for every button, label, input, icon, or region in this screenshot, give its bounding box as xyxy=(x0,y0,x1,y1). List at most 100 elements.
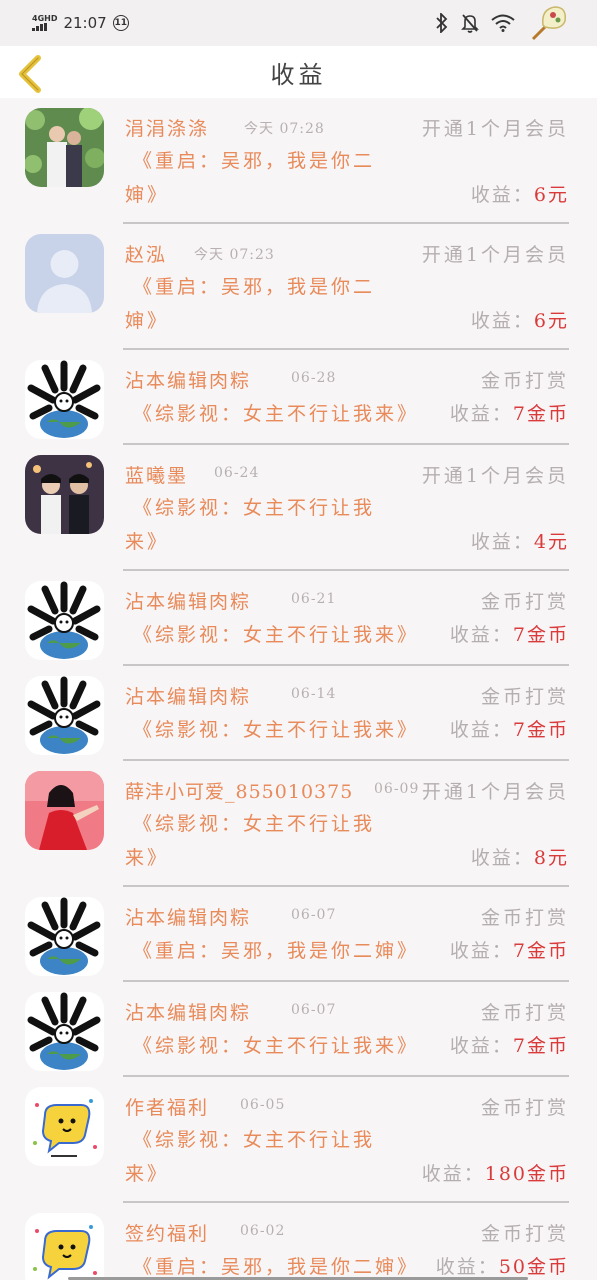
book-title-cont: 来》 xyxy=(125,847,170,869)
item-content: 赵泓 今天 07:23 开通1个月会员 《重启：吴邪，我是你二 婶》 收益：6元 xyxy=(123,224,569,350)
earning-value: 6元 xyxy=(533,310,569,332)
earning-amount: 收益：50金币 xyxy=(436,1252,569,1279)
cartoon-earth-avatar-icon xyxy=(25,676,104,755)
earning-value: 4元 xyxy=(533,531,569,553)
list-item[interactable]: 蓝曦墨 06-24 开通1个月会员 《综影视：女主不行让我 来》 收益：4元 xyxy=(0,445,597,571)
earning-label: 收益： xyxy=(470,310,534,332)
list-item[interactable]: 赵泓 今天 07:23 开通1个月会员 《重启：吴邪，我是你二 婶》 收益：6元 xyxy=(0,224,597,350)
book-title: 《重启：吴邪，我是你二婶》 xyxy=(133,1256,420,1278)
item-content: 薛沣小可爱_855010375 06-09 开通1个月会员 《综影视：女主不行让… xyxy=(123,761,569,887)
item-content: 签约福利 06-02 金币打赏 《重启：吴邪，我是你二婶》 收益：50金币 xyxy=(123,1203,569,1280)
item-content: 沾本编辑肉粽 06-28 金币打赏 《综影视：女主不行让我来》 收益：7金币 xyxy=(123,350,569,445)
time-stamp: 06-05 xyxy=(240,1097,286,1113)
page-title: 收益 xyxy=(270,60,327,89)
avatar xyxy=(25,360,104,439)
book-title: 《综影视：女主不行让我 xyxy=(133,497,376,519)
book-title-cont: 来》 xyxy=(125,531,170,553)
earning-amount: 收益：7金币 xyxy=(450,715,569,742)
earning-value: 6元 xyxy=(533,184,569,206)
item-content: 沾本编辑肉粽 06-14 金币打赏 《综影视：女主不行让我来》 收益：7金币 xyxy=(123,666,569,761)
avatar xyxy=(25,992,104,1071)
earning-value: 7金币 xyxy=(512,1035,569,1057)
item-content: 作者福利 06-05 金币打赏 《综影视：女主不行让我 来》 收益：180金币 xyxy=(123,1077,569,1203)
clock: 21:07 xyxy=(63,14,107,32)
network-type: 4GHD xyxy=(32,14,58,23)
back-chevron-icon[interactable] xyxy=(14,54,48,94)
avatar xyxy=(25,108,104,187)
time-stamp: 06-07 xyxy=(291,1002,337,1018)
earning-type: 金币打赏 xyxy=(480,1223,569,1245)
book-title-cont: 来》 xyxy=(125,1163,170,1185)
earning-amount: 收益：6元 xyxy=(471,180,569,207)
earning-type: 金币打赏 xyxy=(480,370,569,392)
earning-label: 收益： xyxy=(449,1035,513,1057)
earning-type: 开通1个月会员 xyxy=(421,244,569,266)
earning-type: 开通1个月会员 xyxy=(421,781,569,803)
bell-off-icon xyxy=(461,14,479,33)
earning-amount: 收益：7金币 xyxy=(450,620,569,647)
earning-value: 50金币 xyxy=(498,1256,569,1278)
chat-bubble-avatar-icon xyxy=(25,1087,104,1166)
time-stamp: 今天 07:28 xyxy=(244,121,325,137)
user-name: 沾本编辑肉粽 xyxy=(125,370,252,392)
earning-label: 收益： xyxy=(449,940,513,962)
avatar xyxy=(25,676,104,755)
list-item[interactable]: 作者福利 06-05 金币打赏 《综影视：女主不行让我 来》 收益：180金币 xyxy=(0,1077,597,1203)
item-content: 沾本编辑肉粽 06-07 金币打赏 《综影视：女主不行让我来》 收益：7金币 xyxy=(123,982,569,1077)
chat-bubble-avatar-icon xyxy=(25,1213,104,1280)
earning-value: 8元 xyxy=(533,847,569,869)
earning-type: 金币打赏 xyxy=(480,1002,569,1024)
user-name: 沾本编辑肉粽 xyxy=(125,907,252,929)
earning-amount: 收益：8元 xyxy=(471,843,569,870)
earning-type: 金币打赏 xyxy=(480,1097,569,1119)
cartoon-earth-avatar-icon xyxy=(25,360,104,439)
list-item[interactable]: 涓涓涤涤 今天 07:28 开通1个月会员 《重启：吴邪，我是你二 婶》 收益：… xyxy=(0,98,597,224)
time-stamp: 06-24 xyxy=(214,465,260,481)
earning-label: 收益： xyxy=(449,719,513,741)
earning-label: 收益： xyxy=(421,1163,485,1185)
time-stamp: 今天 07:23 xyxy=(194,247,275,263)
earnings-list: 涓涓涤涤 今天 07:28 开通1个月会员 《重启：吴邪，我是你二 婶》 收益：… xyxy=(0,98,597,1280)
avatar xyxy=(25,234,104,313)
fan-icon xyxy=(531,6,567,41)
earning-amount: 收益：4元 xyxy=(471,527,569,554)
earning-amount: 收益：7金币 xyxy=(450,936,569,963)
time-stamp: 06-21 xyxy=(291,591,337,607)
photo-two-men-avatar-icon xyxy=(25,455,104,534)
earning-type: 金币打赏 xyxy=(480,591,569,613)
list-item[interactable]: 薛沣小可爱_855010375 06-09 开通1个月会员 《综影视：女主不行让… xyxy=(0,761,597,887)
book-title-cont: 婶》 xyxy=(125,310,170,332)
avatar xyxy=(25,581,104,660)
list-item[interactable]: 沾本编辑肉粽 06-21 金币打赏 《综影视：女主不行让我来》 收益：7金币 xyxy=(0,571,597,666)
wifi-icon xyxy=(491,14,515,32)
bluetooth-icon xyxy=(436,13,448,33)
list-item[interactable]: 沾本编辑肉粽 06-07 金币打赏 《综影视：女主不行让我来》 收益：7金币 xyxy=(0,982,597,1077)
earning-label: 收益： xyxy=(470,184,534,206)
earning-label: 收益： xyxy=(470,847,534,869)
avatar xyxy=(25,771,104,850)
list-item[interactable]: 沾本编辑肉粽 06-28 金币打赏 《综影视：女主不行让我来》 收益：7金币 xyxy=(0,350,597,445)
user-name: 作者福利 xyxy=(125,1097,210,1119)
list-item[interactable]: 沾本编辑肉粽 06-07 金币打赏 《重启：吴邪，我是你二婶》 收益：7金币 xyxy=(0,887,597,982)
book-title: 《综影视：女主不行让我来》 xyxy=(133,719,420,741)
avatar xyxy=(25,897,104,976)
status-bar: 4GHD 21:07 11 xyxy=(0,0,597,46)
user-name: 涓涓涤涤 xyxy=(125,118,210,140)
avatar xyxy=(25,1087,104,1166)
status-left: 4GHD 21:07 11 xyxy=(32,14,129,32)
book-title: 《综影视：女主不行让我来》 xyxy=(133,403,420,425)
top-app-bar: 收益 xyxy=(0,46,597,98)
earning-label: 收益： xyxy=(470,531,534,553)
earning-value: 7金币 xyxy=(512,940,569,962)
notification-count-icon: 11 xyxy=(112,15,129,31)
photo-red-dress-avatar-icon xyxy=(25,771,104,850)
photo-couple-avatar-icon xyxy=(25,108,104,187)
status-right xyxy=(435,3,569,43)
earning-label: 收益： xyxy=(449,403,513,425)
book-title: 《综影视：女主不行让我来》 xyxy=(133,1035,420,1057)
list-item[interactable]: 签约福利 06-02 金币打赏 《重启：吴邪，我是你二婶》 收益：50金币 xyxy=(0,1203,597,1280)
list-item[interactable]: 沾本编辑肉粽 06-14 金币打赏 《综影视：女主不行让我来》 收益：7金币 xyxy=(0,666,597,761)
earning-type: 开通1个月会员 xyxy=(421,118,569,140)
item-content: 蓝曦墨 06-24 开通1个月会员 《综影视：女主不行让我 来》 收益：4元 xyxy=(123,445,569,571)
earning-amount: 收益：7金币 xyxy=(450,399,569,426)
